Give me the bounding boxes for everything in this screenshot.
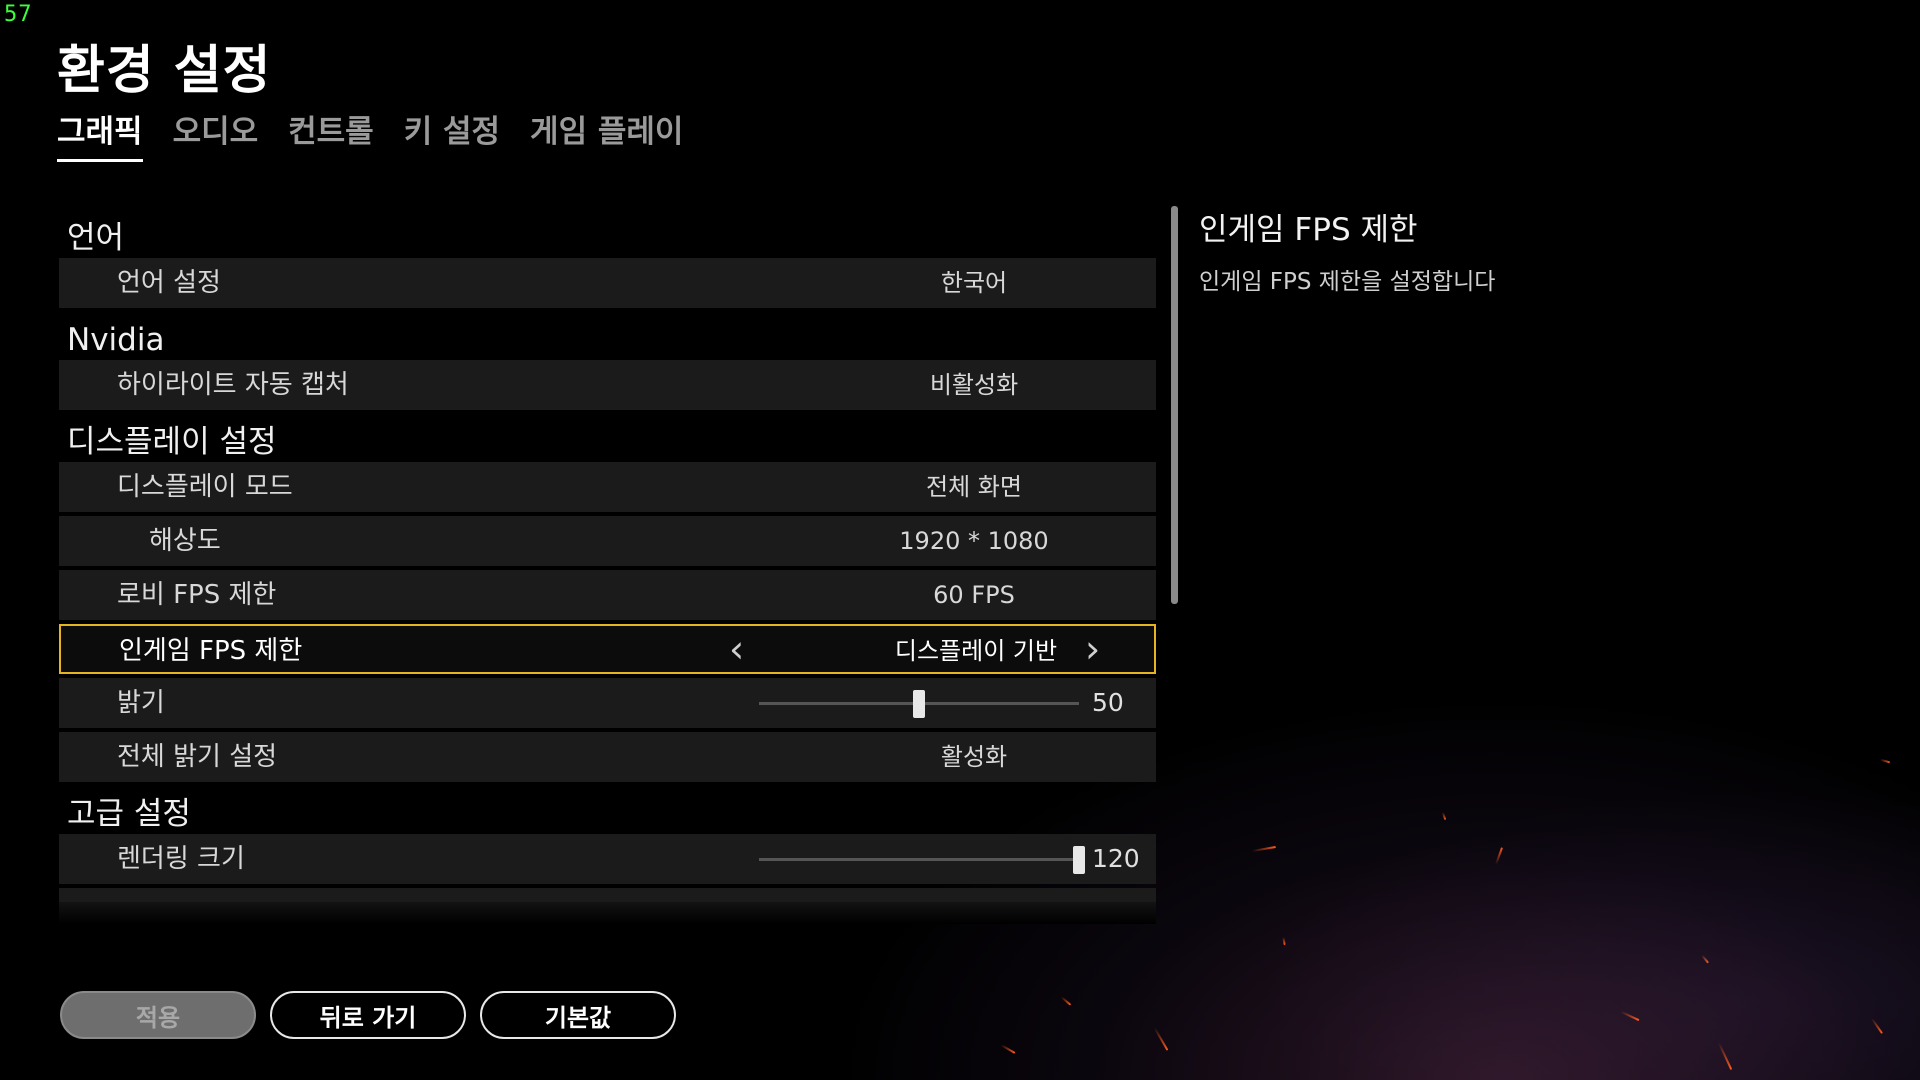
section-header-display: 디스플레이 설정 bbox=[67, 424, 277, 460]
render-scale-slider-track[interactable] bbox=[759, 858, 1079, 861]
setting-row-language[interactable]: 언어 설정 한국어 bbox=[59, 258, 1156, 308]
ember-spark bbox=[1717, 1041, 1733, 1071]
ember-spark bbox=[1060, 996, 1072, 1006]
ember-spark bbox=[1620, 1010, 1640, 1022]
tab-keybindings[interactable]: 키 설정 bbox=[404, 106, 500, 162]
setting-row-highlight-capture[interactable]: 하이라이트 자동 캡처 비활성화 bbox=[59, 360, 1156, 410]
section-header-nvidia: Nvidia bbox=[67, 322, 165, 358]
tab-graphics[interactable]: 그래픽 bbox=[57, 106, 143, 162]
ember-spark bbox=[1441, 811, 1447, 821]
settings-list[interactable]: 언어 언어 설정 한국어 Nvidia 하이라이트 자동 캡처 비활성화 디스플… bbox=[59, 210, 1156, 923]
setting-label: 전체 밝기 설정 bbox=[117, 742, 278, 772]
tab-audio[interactable]: 오디오 bbox=[173, 106, 259, 162]
brightness-value: 50 bbox=[1092, 688, 1124, 717]
render-scale-value: 120 bbox=[1092, 844, 1140, 873]
chevron-left-icon[interactable]: ‹ bbox=[729, 626, 744, 672]
ember-spark bbox=[1282, 936, 1286, 946]
setting-value: 전체 화면 bbox=[926, 473, 1022, 501]
settings-screen: 57 환경 설정 그래픽 오디오 컨트롤 키 설정 게임 플레이 언어 언어 설… bbox=[0, 0, 1920, 1080]
ember-spark bbox=[1000, 1044, 1016, 1054]
ember-spark bbox=[1701, 954, 1709, 964]
setting-row-ingame-fps[interactable]: 인게임 FPS 제한 ‹ 디스플레이 기반 › bbox=[59, 624, 1156, 674]
page-title: 환경 설정 bbox=[57, 41, 272, 101]
setting-label: 인게임 FPS 제한 bbox=[119, 636, 303, 666]
setting-value: 1920 * 1080 bbox=[899, 527, 1049, 555]
setting-label: 하이라이트 자동 캡처 bbox=[117, 370, 349, 400]
tab-controls[interactable]: 컨트롤 bbox=[288, 106, 374, 162]
back-button[interactable]: 뒤로 가기 bbox=[270, 991, 466, 1039]
setting-value: 비활성화 bbox=[929, 371, 1019, 399]
setting-label: 디스플레이 모드 bbox=[117, 472, 293, 502]
section-header-advanced: 고급 설정 bbox=[67, 796, 191, 832]
setting-row-render-scale[interactable]: 렌더링 크기 120 bbox=[59, 834, 1156, 884]
setting-row-brightness[interactable]: 밝기 50 bbox=[59, 678, 1156, 728]
apply-button[interactable]: 적용 bbox=[60, 991, 256, 1039]
setting-value: 60 FPS bbox=[933, 581, 1015, 609]
setting-row-global-brightness[interactable]: 전체 밝기 설정 활성화 bbox=[59, 732, 1156, 782]
fps-counter: 57 bbox=[4, 2, 33, 27]
setting-row-display-mode[interactable]: 디스플레이 모드 전체 화면 bbox=[59, 462, 1156, 512]
setting-label: 밝기 bbox=[117, 688, 165, 718]
settings-scrollbar[interactable] bbox=[1171, 206, 1178, 604]
setting-label: 해상도 bbox=[149, 526, 221, 556]
brightness-slider-thumb[interactable] bbox=[913, 690, 925, 718]
tab-bar: 그래픽 오디오 컨트롤 키 설정 게임 플레이 bbox=[57, 106, 683, 162]
tab-gameplay[interactable]: 게임 플레이 bbox=[530, 106, 683, 162]
description-text: 인게임 FPS 제한을 설정합니다 bbox=[1199, 269, 1496, 295]
ember-spark bbox=[1153, 1027, 1169, 1051]
list-fade-overlay bbox=[59, 902, 1156, 924]
setting-label: 언어 설정 bbox=[117, 268, 221, 298]
setting-value: 활성화 bbox=[940, 743, 1008, 771]
section-header-language: 언어 bbox=[67, 220, 125, 256]
ember-spark bbox=[1879, 758, 1891, 764]
setting-row-lobby-fps[interactable]: 로비 FPS 제한 60 FPS bbox=[59, 570, 1156, 620]
defaults-button[interactable]: 기본값 bbox=[480, 991, 676, 1039]
description-title: 인게임 FPS 제한 bbox=[1199, 212, 1418, 248]
chevron-right-icon[interactable]: › bbox=[1085, 626, 1100, 672]
setting-value: 한국어 bbox=[940, 269, 1008, 297]
ember-spark bbox=[1252, 845, 1276, 853]
ember-spark bbox=[1494, 847, 1504, 865]
setting-label: 렌더링 크기 bbox=[117, 844, 245, 874]
render-scale-slider-thumb[interactable] bbox=[1073, 846, 1085, 874]
ember-spark bbox=[1871, 1018, 1883, 1034]
setting-row-resolution[interactable]: 해상도 1920 * 1080 bbox=[59, 516, 1156, 566]
setting-label: 로비 FPS 제한 bbox=[117, 580, 277, 610]
